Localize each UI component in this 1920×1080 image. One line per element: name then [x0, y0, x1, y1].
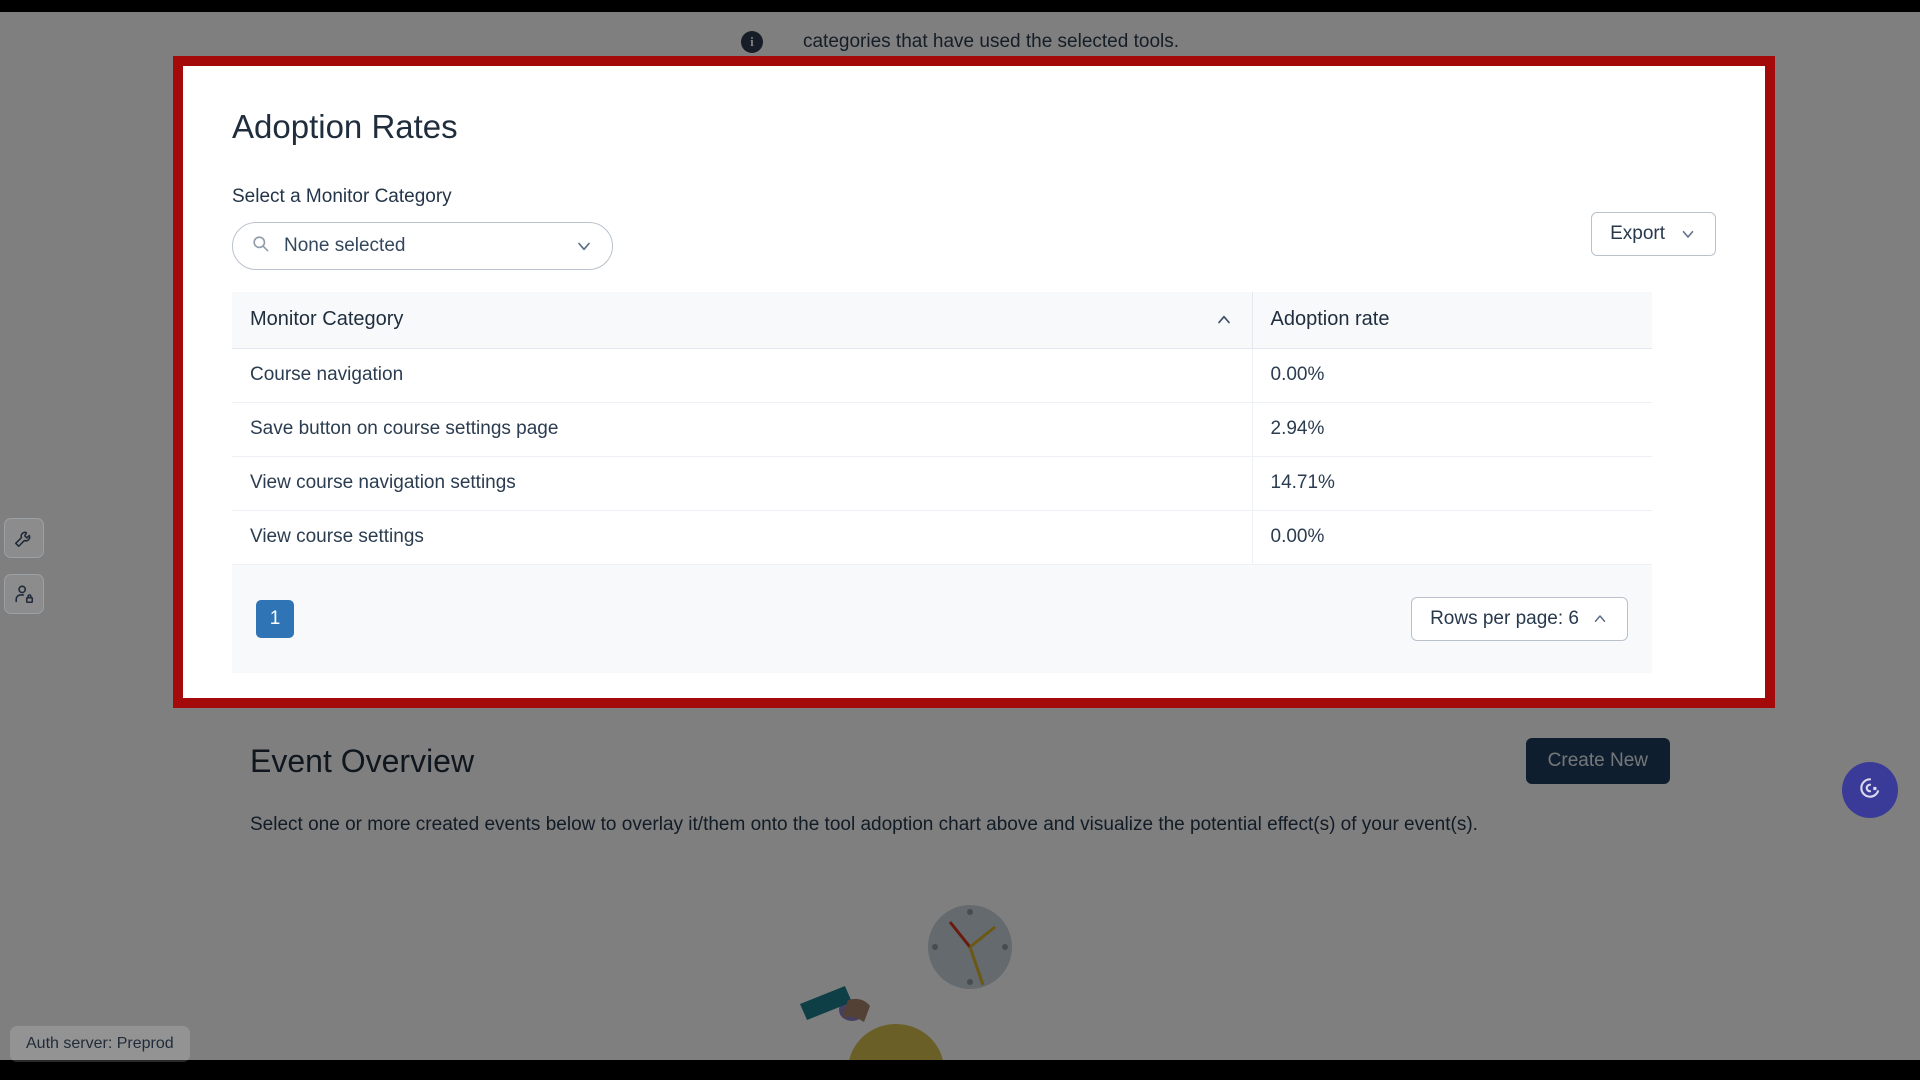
chat-widget-button[interactable]: [1842, 762, 1898, 818]
cell-adoption-rate: 0.00%: [1251, 348, 1652, 403]
cell-monitor-category: Save button on course settings page: [232, 402, 1252, 457]
chat-bubble-icon: [1857, 775, 1883, 806]
cell-adoption-rate: 0.00%: [1251, 510, 1652, 565]
table-row[interactable]: Course navigation 0.00%: [232, 348, 1652, 403]
column-header-adoption-rate[interactable]: Adoption rate: [1251, 292, 1652, 349]
table-head: Monitor Category Adoption rate: [232, 292, 1652, 349]
adoption-rates-card-highlight: Adoption Rates Select a Monitor Category…: [173, 56, 1775, 708]
rows-per-page-label: Rows per page: 6: [1430, 607, 1579, 629]
impersonate-user-button[interactable]: [4, 574, 44, 614]
cell-adoption-rate: 2.94%: [1251, 402, 1652, 457]
column-header-monitor-category[interactable]: Monitor Category: [232, 292, 1252, 349]
developer-tools-button[interactable]: [4, 518, 44, 558]
column-header-monitor-category-label: Monitor Category: [250, 308, 404, 331]
chevron-down-icon: [574, 236, 594, 256]
table-body: Course navigation 0.00% Save button on c…: [232, 348, 1652, 565]
monitor-category-value: None selected: [284, 235, 406, 256]
cell-monitor-category: View course navigation settings: [232, 456, 1252, 511]
page-root: i categories that have used the selected…: [0, 0, 1920, 1080]
adoption-rates-card: Adoption Rates Select a Monitor Category…: [183, 66, 1765, 698]
cell-monitor-category: View course settings: [232, 510, 1252, 565]
page-title: Adoption Rates: [232, 108, 458, 145]
left-tool-rail: [4, 518, 48, 614]
table-row[interactable]: View course settings 0.00%: [232, 510, 1652, 565]
column-header-adoption-rate-label: Adoption rate: [1270, 308, 1390, 331]
search-icon: [251, 234, 270, 258]
pagination-page-1-button[interactable]: 1: [256, 599, 294, 638]
export-button[interactable]: Export: [1591, 212, 1716, 256]
cell-monitor-category: Course navigation: [232, 348, 1252, 403]
table-header-row: Monitor Category Adoption rate: [232, 292, 1652, 349]
chevron-up-icon: [1591, 610, 1609, 628]
chevron-down-icon: [1679, 225, 1697, 243]
cell-adoption-rate: 14.71%: [1251, 456, 1652, 511]
table-row[interactable]: Save button on course settings page 2.94…: [232, 402, 1652, 457]
table-pagination-footer: 1 Rows per page: 6: [232, 564, 1652, 673]
export-button-label: Export: [1610, 223, 1665, 244]
table-row[interactable]: View course navigation settings 14.71%: [232, 456, 1652, 511]
filter-and-export-row: Select a Monitor Category None selected: [232, 186, 1716, 270]
rows-per-page-button[interactable]: Rows per page: 6: [1411, 596, 1628, 641]
auth-server-status-badge: Auth server: Preprod: [10, 1026, 190, 1062]
monitor-category-select[interactable]: None selected: [232, 222, 613, 270]
chevron-up-icon: [1214, 310, 1234, 330]
monitor-category-filter: Select a Monitor Category None selected: [232, 186, 613, 270]
monitor-category-label: Select a Monitor Category: [232, 186, 452, 207]
user-lock-icon: [13, 583, 35, 605]
wrench-icon: [13, 527, 35, 549]
adoption-rates-table: Monitor Category Adoption rate Course na…: [232, 292, 1652, 565]
